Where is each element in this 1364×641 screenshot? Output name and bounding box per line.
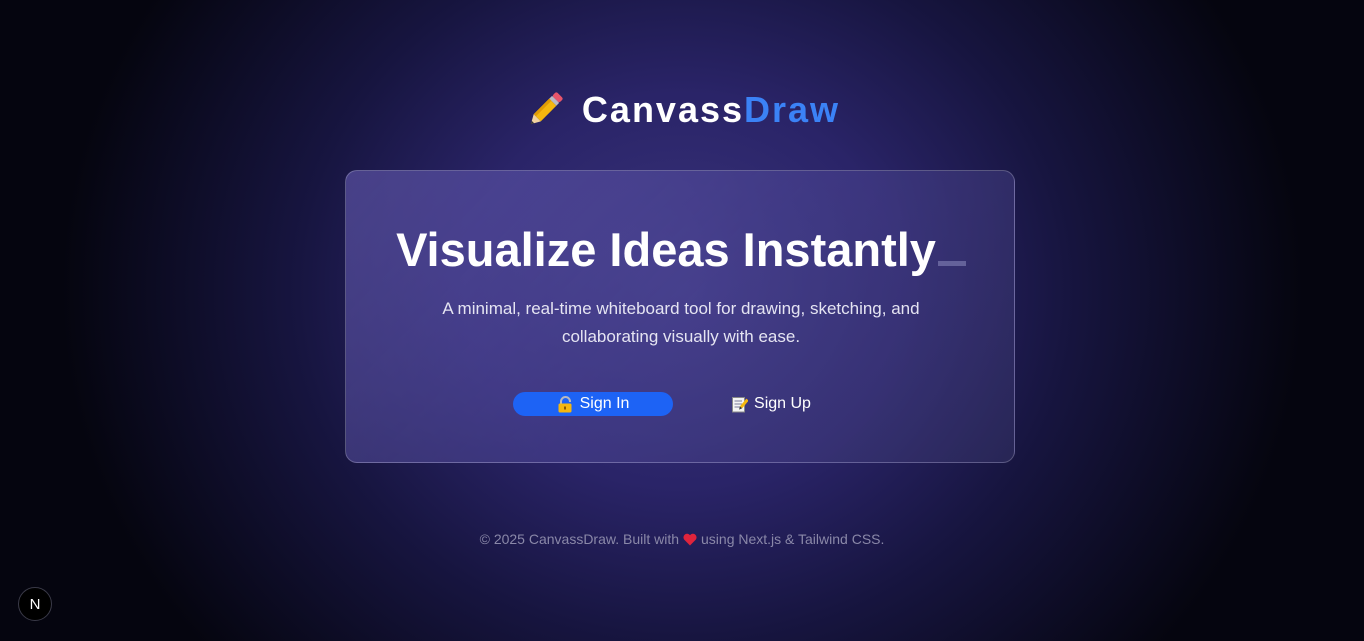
nextjs-icon: N [30, 596, 41, 613]
nextjs-dev-badge[interactable]: N [18, 587, 52, 621]
brand-name-part2: Draw [744, 89, 841, 130]
sign-up-button[interactable]: Sign Up [716, 392, 826, 416]
sign-in-button[interactable]: Sign In [513, 392, 673, 416]
hero-headline-text: Visualize Ideas Instantly [396, 223, 936, 276]
hero-subtitle: A minimal, real-time whiteboard tool for… [442, 299, 920, 346]
brand-name-part1: Canvass [581, 89, 745, 130]
lock-icon [558, 395, 572, 412]
heart-icon [683, 533, 697, 546]
hero-headline: Visualize Ideas Instantly [346, 223, 1016, 277]
sign-up-label: Sign Up [754, 395, 811, 412]
pencil-icon [530, 92, 563, 125]
hero-card: Visualize Ideas Instantly A minimal, rea… [345, 170, 1015, 463]
typing-cursor [937, 261, 966, 266]
brand-name: CanvassDraw [582, 88, 840, 132]
memo-icon [732, 396, 749, 412]
nextjs-letter: N [30, 596, 41, 613]
footer-text-after: using Next.js & Tailwind CSS. [701, 531, 885, 547]
brand-logo: CanvassDraw [0, 88, 1364, 132]
sign-in-label: Sign In [579, 395, 630, 412]
footer-text-before: © 2025 CanvassDraw. Built with [479, 531, 680, 547]
footer: © 2025 CanvassDraw. Built with using Nex… [0, 530, 1364, 548]
